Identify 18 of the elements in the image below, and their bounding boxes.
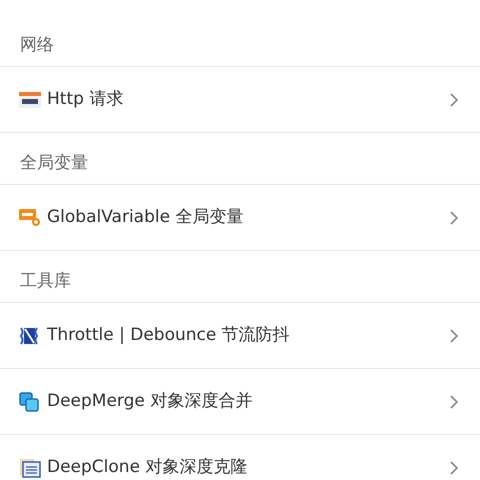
merge-icon: [19, 392, 39, 412]
item-label: DeepMerge 对象深度合并: [47, 390, 254, 413]
browser-icon: [19, 92, 41, 108]
item-label: Throttle | Debounce 节流防抖: [47, 324, 291, 347]
wave-bars-icon: [19, 326, 39, 344]
section-title: 全局变量: [20, 152, 88, 174]
item-label: GlobalVariable 全局变量: [47, 206, 244, 229]
clone-icon: [19, 458, 41, 478]
section-title: 网络: [20, 34, 54, 56]
chevron-right-icon: [450, 328, 458, 342]
chevron-right-icon: [450, 92, 458, 106]
section-title: 工具库: [20, 270, 71, 292]
chevron-right-icon: [450, 394, 458, 408]
item-label: DeepClone 对象深度克隆: [47, 456, 248, 479]
item-label: Http 请求: [47, 88, 124, 111]
chevron-right-icon: [450, 460, 458, 474]
chevron-right-icon: [450, 210, 458, 224]
variable-icon: [19, 208, 41, 226]
